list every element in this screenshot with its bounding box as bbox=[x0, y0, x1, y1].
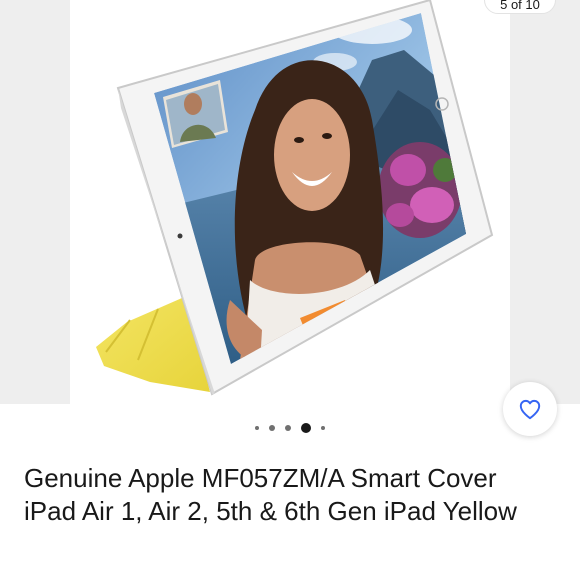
pagination-dot[interactable] bbox=[255, 426, 259, 430]
pagination-dot[interactable] bbox=[269, 425, 275, 431]
product-image[interactable] bbox=[0, 0, 580, 404]
pagination-dot[interactable] bbox=[285, 425, 291, 431]
image-gallery[interactable]: 5 of 10 bbox=[0, 0, 580, 404]
gallery-pagination bbox=[0, 420, 580, 436]
pagination-dot-active[interactable] bbox=[301, 423, 311, 433]
heart-outline-icon bbox=[519, 399, 541, 420]
product-title: Genuine Apple MF057ZM/A Smart Cover iPad… bbox=[24, 463, 517, 526]
pagination-dot[interactable] bbox=[321, 426, 325, 430]
front-camera bbox=[177, 233, 183, 239]
